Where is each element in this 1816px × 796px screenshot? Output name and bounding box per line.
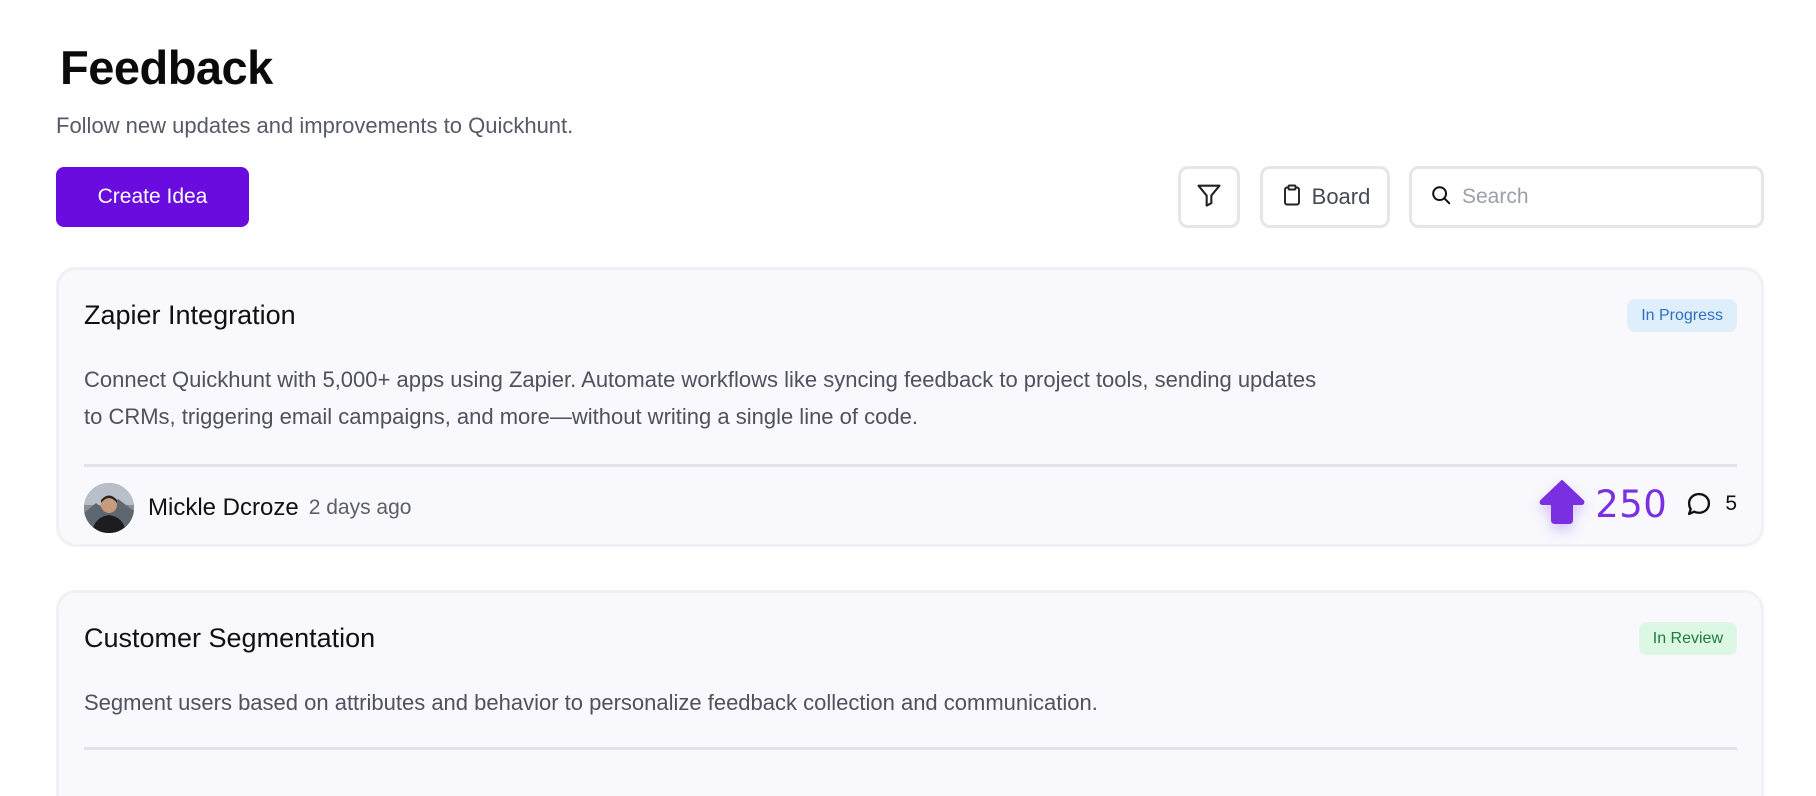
idea-card[interactable]: Customer Segmentation In Review Segment …	[56, 590, 1764, 796]
card-divider	[84, 464, 1737, 467]
idea-description: Segment users based on attributes and be…	[84, 684, 1484, 721]
clipboard-icon	[1280, 183, 1304, 212]
idea-description: Connect Quickhunt with 5,000+ apps using…	[84, 361, 1484, 435]
feedback-page: Feedback Follow new updates and improvem…	[0, 0, 1816, 796]
status-badge: In Progress	[1627, 299, 1737, 332]
idea-description-line: to CRMs, triggering email campaigns, and…	[84, 404, 918, 429]
comment-count: 5	[1725, 492, 1737, 515]
idea-stats: 250 5	[1537, 475, 1737, 533]
search-input[interactable]	[1462, 185, 1752, 209]
author-info: Mickle Dcroze 2 days ago	[84, 483, 411, 533]
page-title: Feedback	[60, 41, 273, 94]
board-view-button[interactable]: Board	[1260, 166, 1390, 228]
author-name: Mickle Dcroze	[148, 494, 299, 521]
upvote-button[interactable]	[1537, 475, 1587, 533]
idea-title[interactable]: Customer Segmentation	[84, 623, 375, 654]
idea-title[interactable]: Zapier Integration	[84, 300, 296, 331]
timestamp: 2 days ago	[308, 496, 412, 519]
vote-count: 250	[1595, 482, 1668, 526]
comment-icon[interactable]	[1685, 490, 1713, 518]
filter-icon	[1195, 181, 1223, 214]
idea-card[interactable]: Zapier Integration In Progress Connect Q…	[56, 267, 1764, 547]
status-badge: In Review	[1638, 622, 1737, 655]
search-icon	[1430, 184, 1452, 211]
create-idea-button[interactable]: Create Idea	[56, 167, 249, 227]
avatar	[84, 483, 134, 533]
filter-button[interactable]	[1178, 166, 1240, 228]
idea-description-line: Connect Quickhunt with 5,000+ apps using…	[84, 367, 1317, 392]
arrow-up-icon	[1538, 478, 1586, 531]
card-divider	[84, 747, 1737, 750]
page-subtitle: Follow new updates and improvements to Q…	[56, 113, 574, 138]
idea-description-line: Segment users based on attributes and be…	[84, 690, 1098, 715]
search-box[interactable]	[1409, 166, 1764, 228]
board-label: Board	[1311, 184, 1371, 209]
